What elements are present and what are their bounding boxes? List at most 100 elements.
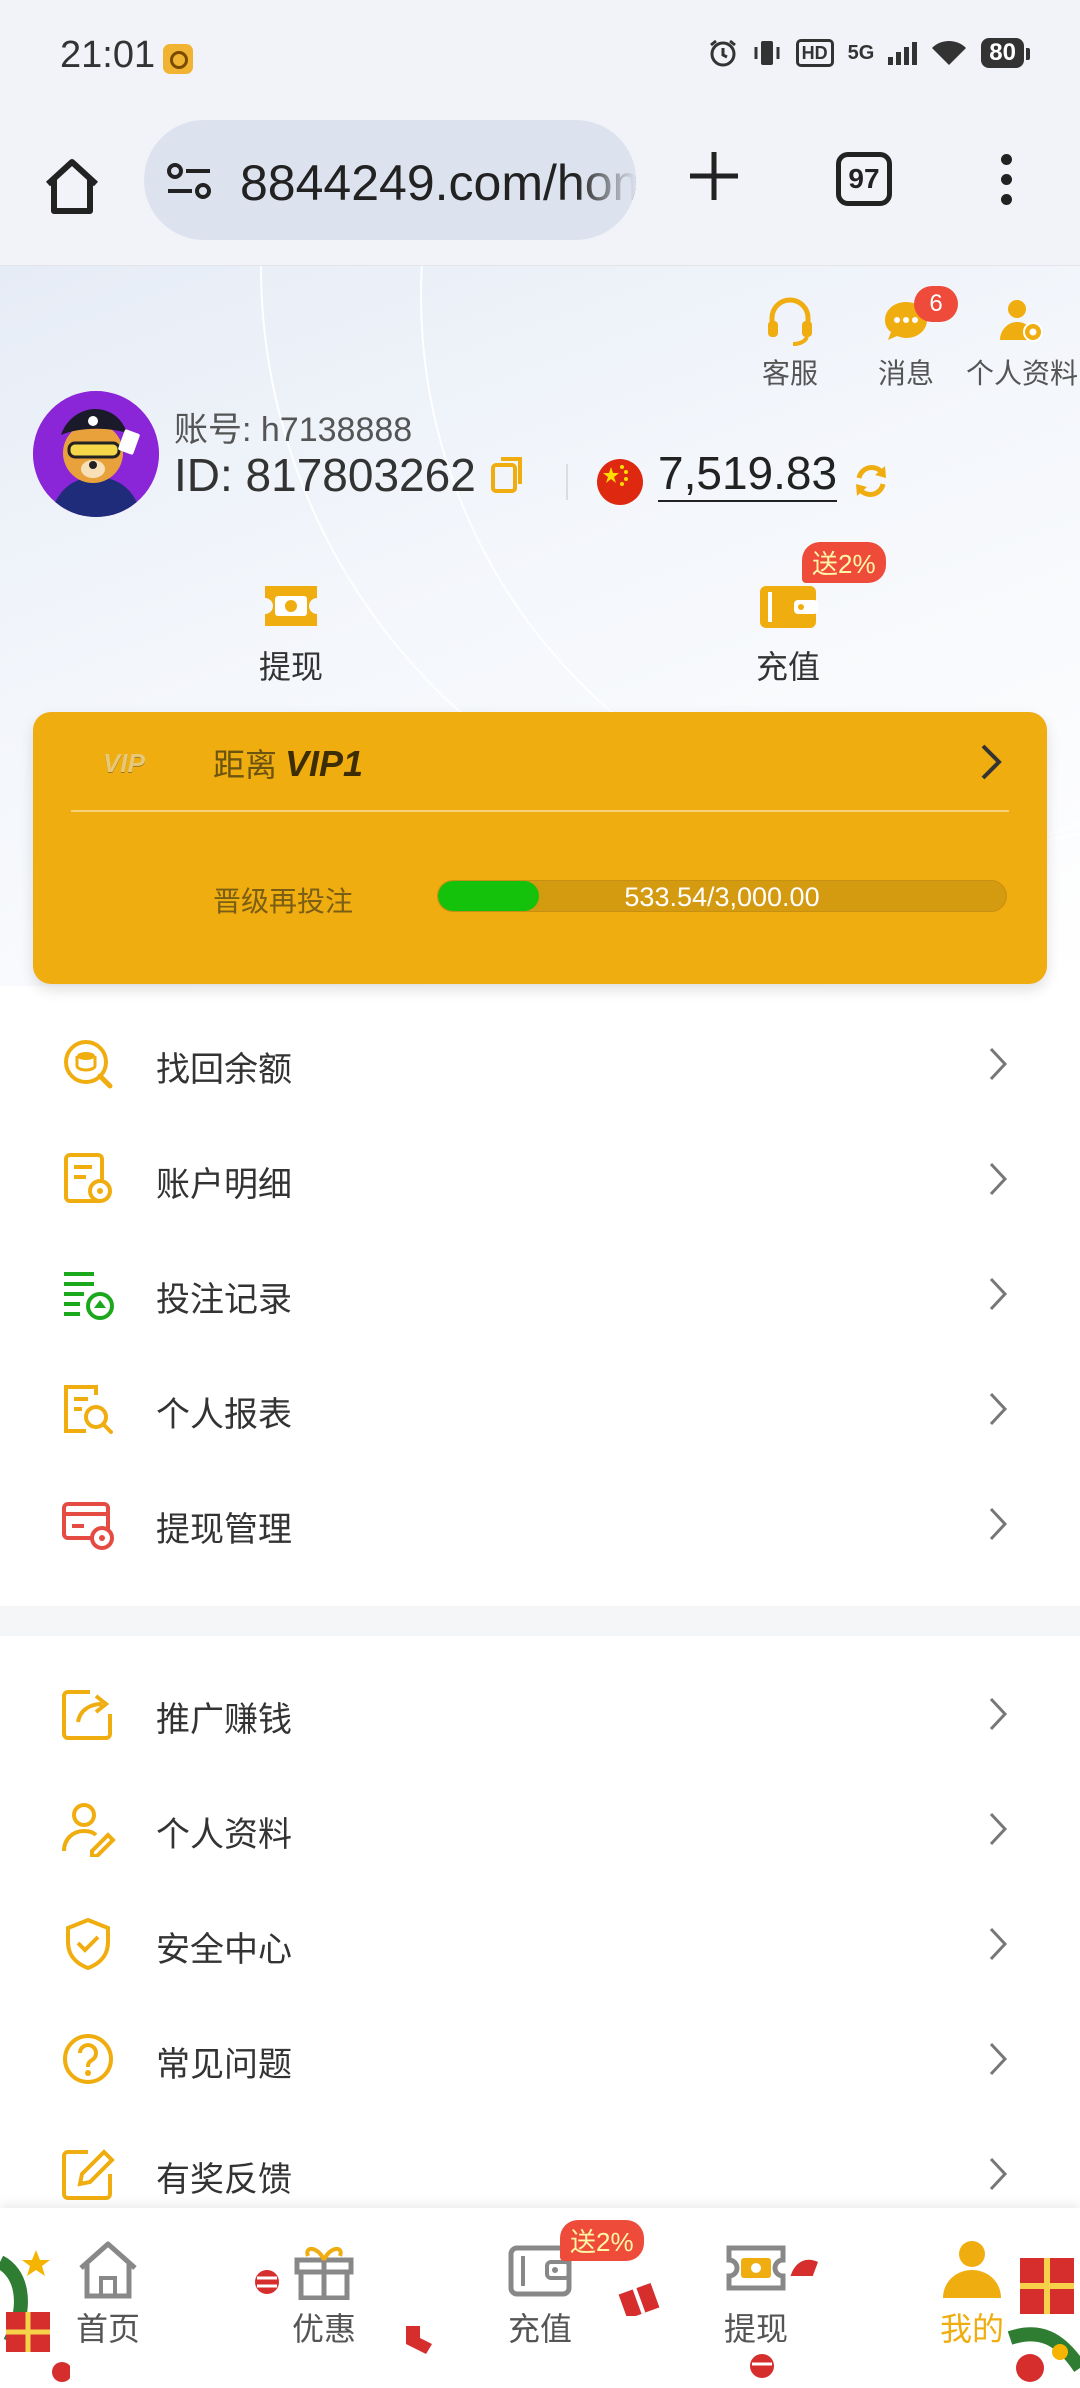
battery-level: 80 <box>981 38 1030 68</box>
profile-label: 个人资料 <box>965 358 1078 389</box>
user-id: ID: 817803262 <box>174 449 476 501</box>
chevron-right-icon <box>989 1277 1008 1311</box>
bet-record-icon <box>64 1272 114 1320</box>
shield-check-icon <box>66 1917 110 1971</box>
cash-icon <box>726 2245 786 2291</box>
menu-item-account-details[interactable]: 账户明细 <box>0 1121 1080 1236</box>
user-settings-icon <box>1000 300 1043 342</box>
status-icons: HD 5G 80 <box>708 38 1030 68</box>
card-settings-icon <box>62 1502 114 1550</box>
site-settings-icon[interactable] <box>166 162 212 200</box>
alarm-icon <box>709 39 736 67</box>
chevron-right-icon <box>989 2042 1008 2076</box>
signal-icon <box>888 41 918 65</box>
chevron-right-icon <box>989 1507 1008 1541</box>
menu-item-faq[interactable]: 常见问题 <box>0 2001 1080 2116</box>
chevron-right-icon <box>989 1392 1008 1426</box>
gift-box-decoration-icon <box>618 2282 660 2316</box>
wifi-icon <box>932 40 967 65</box>
account-name: 账号: h7138888 <box>174 411 413 449</box>
browser-menu-icon[interactable] <box>996 154 1016 206</box>
menu-label: 个人报表 <box>156 1396 292 1434</box>
chevron-right-icon <box>989 1162 1008 1196</box>
withdraw-button[interactable]: 提现 <box>226 578 356 688</box>
nav-label: 提现 <box>723 2311 788 2347</box>
vip-level: VIP1 <box>285 743 364 784</box>
nav-label: 我的 <box>939 2311 1004 2347</box>
report-search-icon <box>64 1385 113 1434</box>
nav-label: 优惠 <box>291 2311 356 2347</box>
menu-item-promote-earn[interactable]: 推广赚钱 <box>0 1656 1080 1771</box>
address-bar[interactable]: 8844249.com/home <box>144 120 636 240</box>
menu-label: 常见问题 <box>156 2046 292 2084</box>
ornament-icon <box>750 2354 774 2378</box>
chevron-right-icon <box>989 1697 1008 1731</box>
copy-icon[interactable] <box>490 455 526 495</box>
withdraw-label: 提现 <box>258 649 323 685</box>
menu-divider <box>0 1606 1080 1636</box>
browser-home-icon[interactable] <box>40 154 104 218</box>
menu-label: 推广赚钱 <box>156 1701 292 1739</box>
menu-item-withdraw-management[interactable]: 提现管理 <box>0 1466 1080 1581</box>
deposit-bonus-badge: 送2% <box>802 542 886 583</box>
vip-badge-icon: VIP <box>103 748 145 778</box>
menu-item-recover-balance[interactable]: 找回余额 <box>0 1006 1080 1121</box>
customer-service-button[interactable]: 客服 <box>732 294 848 392</box>
user-id-row: ID: 817803262 <box>174 448 526 502</box>
vip-card[interactable]: VIP 距离 VIP1 晋级再投注 533.54/3,000.00 <box>33 712 1047 984</box>
message-count-badge: 6 <box>914 286 958 322</box>
currency-flag-icon <box>597 459 643 505</box>
menu-group-1: 找回余额 账户明细 投注记录 个人报表 提现管理 <box>0 1006 1080 1581</box>
bottom-navigation: 首页 优惠 充值 送2% 提现 我的 <box>0 2208 1080 2388</box>
chevron-right-icon[interactable] <box>979 742 1005 782</box>
avatar-image <box>33 391 159 517</box>
nav-deposit-bonus-badge: 送2% <box>560 2220 644 2261</box>
browser-toolbar: 8844249.com/home 97 <box>0 118 1080 266</box>
network-type: 5G <box>847 42 875 64</box>
profile-button[interactable]: 个人资料 <box>964 294 1080 392</box>
vibrate-icon <box>754 41 780 65</box>
nav-label: 充值 <box>507 2311 572 2347</box>
vip-progress-text: 533.54/3,000.00 <box>624 882 820 912</box>
messages-button[interactable]: 消息 6 <box>848 286 964 392</box>
nav-mine[interactable]: 我的 <box>902 2238 1042 2350</box>
menu-label: 找回余额 <box>156 1051 292 1089</box>
user-icon <box>943 2241 1001 2298</box>
menu-item-bet-records[interactable]: 投注记录 <box>0 1236 1080 1351</box>
feedback-edit-icon <box>62 2149 115 2200</box>
menu-label: 提现管理 <box>156 1511 292 1549</box>
nav-label: 首页 <box>75 2311 140 2347</box>
balance-amount: 7,519.83 <box>658 446 838 502</box>
menu-label: 安全中心 <box>156 1931 292 1969</box>
account-detail-icon <box>64 1153 112 1203</box>
question-icon <box>63 2034 113 2084</box>
nav-withdraw[interactable]: 提现 <box>686 2238 826 2350</box>
header-actions: 客服 消息 6 个人资料 <box>732 286 1080 392</box>
vip-distance-label: 距离 <box>213 747 278 783</box>
new-tab-icon[interactable] <box>686 148 742 204</box>
gift-icon <box>294 2247 354 2300</box>
vip-progress-label: 晋级再投注 <box>213 886 354 917</box>
menu-label: 个人资料 <box>156 1816 292 1854</box>
cash-icon <box>265 586 317 626</box>
coin-search-icon <box>64 1040 113 1089</box>
chevron-right-icon <box>989 1927 1008 1961</box>
chevron-right-icon <box>989 1047 1008 1081</box>
menu-label: 账户明细 <box>156 1166 292 1204</box>
menu-label: 有奖反馈 <box>156 2161 292 2199</box>
nav-promotions[interactable]: 优惠 <box>254 2238 394 2350</box>
menu-item-personal-report[interactable]: 个人报表 <box>0 1351 1080 1466</box>
nav-home[interactable]: 首页 <box>38 2238 178 2350</box>
refresh-balance-icon[interactable] <box>852 462 890 500</box>
vip-progress-bar: 533.54/3,000.00 <box>437 880 1007 912</box>
tab-switcher-button[interactable]: 97 <box>836 152 892 206</box>
home-icon <box>79 2241 137 2299</box>
menu-item-security-center[interactable]: 安全中心 <box>0 1886 1080 2001</box>
avatar[interactable] <box>33 391 159 517</box>
notification-app-icon <box>163 44 193 74</box>
profile-edit-icon <box>62 1803 116 1857</box>
menu-group-2: 推广赚钱 个人资料 安全中心 常见问题 有奖反馈 <box>0 1656 1080 2231</box>
wallet-icon <box>760 586 818 628</box>
menu-item-profile[interactable]: 个人资料 <box>0 1771 1080 1886</box>
deposit-button[interactable]: 充值 <box>723 578 853 688</box>
